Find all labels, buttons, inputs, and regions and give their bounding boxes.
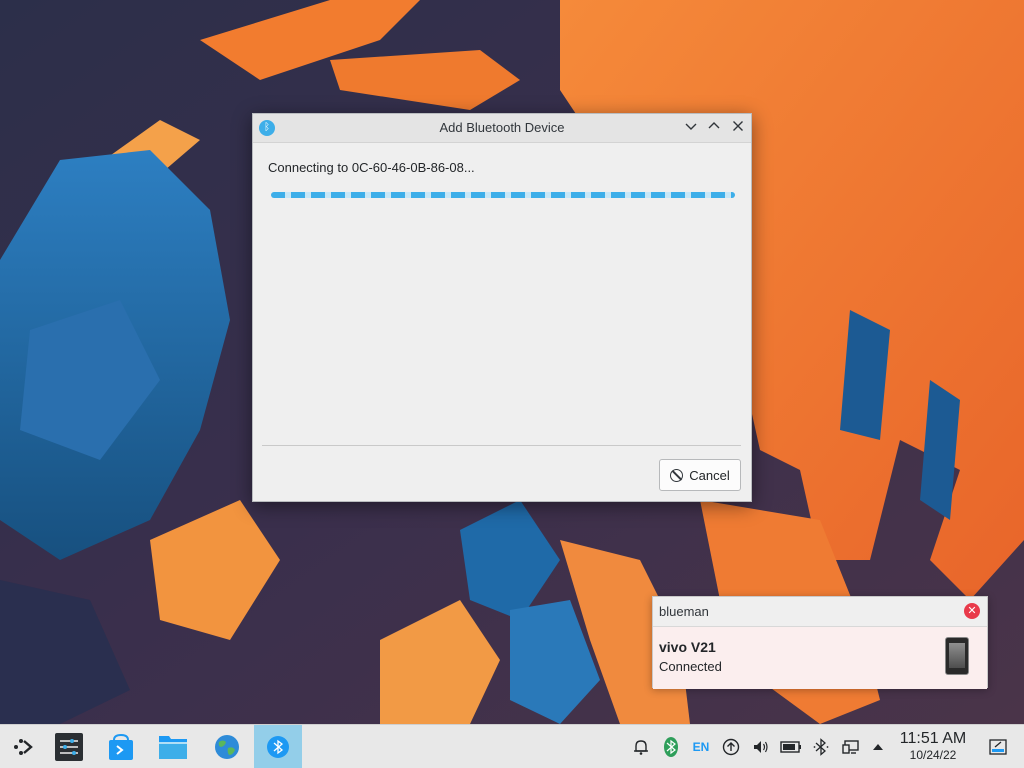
- minimize-button[interactable]: [682, 119, 700, 137]
- notification-body: vivo V21 Connected: [653, 627, 987, 689]
- chevron-up-icon: [873, 743, 883, 750]
- notification-close-icon[interactable]: ✕: [964, 603, 980, 619]
- clock-date: 10/24/22: [909, 748, 957, 762]
- maximize-button[interactable]: [705, 119, 723, 137]
- phone-icon: [945, 637, 969, 675]
- tray-bluetooth[interactable]: [810, 725, 832, 768]
- bluetooth-manager-icon: [267, 735, 289, 758]
- digital-clock[interactable]: 11:51 AM 10/24/22: [893, 730, 973, 762]
- tray-bluetooth-manager[interactable]: [660, 725, 682, 768]
- close-button[interactable]: [729, 119, 747, 137]
- connection-progress-bar: [271, 192, 735, 198]
- show-hidden-tray-icons[interactable]: [868, 725, 888, 768]
- discover-icon: [109, 733, 133, 760]
- bluetooth-icon: [813, 737, 829, 756]
- connecting-status-text: Connecting to 0C-60-46-0B-86-08...: [268, 160, 475, 175]
- show-desktop-icon: [989, 738, 1007, 755]
- show-desktop-button[interactable]: [984, 725, 1012, 768]
- add-bluetooth-device-dialog: ᛒ Add Bluetooth Device Connecting to 0C-…: [252, 113, 752, 502]
- minimize-icon: [685, 123, 697, 130]
- bluetooth-tray-icon: [664, 736, 678, 757]
- close-icon: [733, 121, 743, 131]
- bluetooth-manager-task[interactable]: [254, 725, 302, 768]
- system-settings-icon: [55, 732, 83, 761]
- web-browser-icon: [215, 734, 239, 759]
- system-settings-button[interactable]: [46, 725, 92, 768]
- tray-volume[interactable]: [750, 725, 772, 768]
- taskbar: EN 11:51 AM 10/24/22: [0, 724, 1024, 768]
- cancel-button[interactable]: Cancel: [659, 459, 741, 491]
- notification-status: Connected: [659, 659, 722, 674]
- keyboard-layout-indicator[interactable]: EN: [688, 725, 714, 768]
- clock-time: 11:51 AM: [899, 730, 967, 747]
- cancel-button-label: Cancel: [689, 467, 730, 483]
- notification-popup[interactable]: blueman ✕ vivo V21 Connected: [652, 596, 988, 689]
- update-icon: [722, 738, 740, 755]
- network-wired-icon: [842, 739, 859, 754]
- progress-bar-fill: [271, 192, 735, 198]
- notification-header: blueman ✕: [653, 597, 987, 627]
- discover-button[interactable]: [98, 725, 144, 768]
- file-manager-button[interactable]: [150, 725, 196, 768]
- dialog-title: Add Bluetooth Device: [439, 120, 565, 135]
- application-launcher-button[interactable]: [0, 725, 46, 768]
- battery-icon: [780, 740, 801, 753]
- tray-notifications[interactable]: [630, 725, 652, 768]
- web-browser-button[interactable]: [204, 725, 250, 768]
- maximize-icon: [708, 122, 720, 129]
- dialog-titlebar[interactable]: ᛒ Add Bluetooth Device: [253, 114, 751, 143]
- file-manager-icon: [159, 735, 187, 759]
- application-launcher-icon: [14, 738, 33, 755]
- tray-updates[interactable]: [720, 725, 742, 768]
- notification-app-name: blueman: [659, 604, 709, 619]
- notification-title: vivo V21: [659, 639, 716, 655]
- volume-icon: [754, 740, 768, 753]
- dialog-separator: [262, 445, 741, 446]
- cancel-icon: [670, 468, 684, 482]
- bell-icon: [634, 739, 648, 755]
- tray-battery[interactable]: [779, 725, 803, 768]
- tray-network[interactable]: [840, 725, 862, 768]
